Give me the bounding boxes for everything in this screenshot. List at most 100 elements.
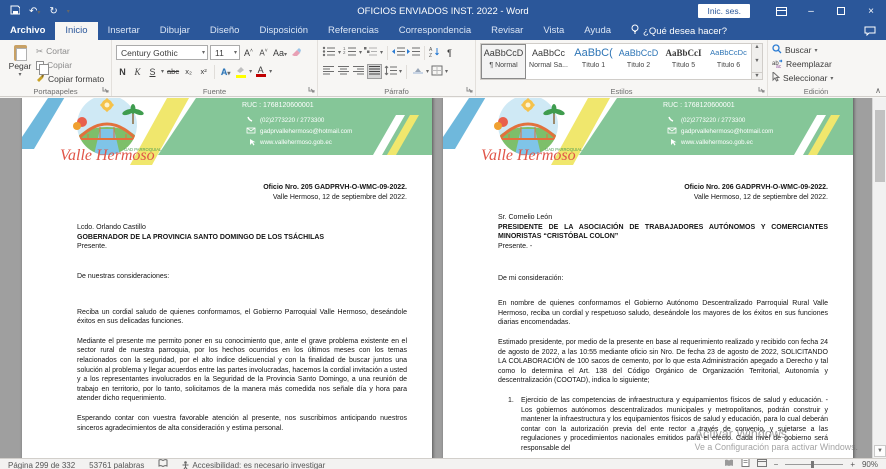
line-spacing-button[interactable]	[384, 65, 397, 78]
sign-in-button[interactable]: Inic. ses.	[698, 4, 750, 18]
bold-button[interactable]: N	[116, 67, 129, 77]
borders-button[interactable]	[431, 65, 443, 78]
proofing-status[interactable]	[158, 459, 168, 468]
oficio-number: Oficio Nro. 206 GADPRVH-O-WMC-09-2022.	[498, 183, 828, 193]
justify-button[interactable]	[367, 64, 382, 79]
scroll-down-button[interactable]: ▼	[874, 445, 886, 457]
oficio-date: Valle Hermoso, 12 de septiembre del 2022…	[498, 193, 828, 203]
decrease-indent-button[interactable]	[392, 46, 405, 59]
shading-button[interactable]	[411, 67, 424, 76]
tab-ayuda[interactable]: Ayuda	[574, 22, 621, 40]
increase-indent-button[interactable]	[407, 46, 420, 59]
minimize-button[interactable]: –	[796, 0, 826, 22]
font-color-button[interactable]: A	[254, 66, 267, 77]
styles-scroll-up-button[interactable]: ▲	[752, 44, 762, 50]
ribbon-display-options-icon[interactable]	[766, 0, 796, 22]
tab-archivo[interactable]: Archivo	[0, 22, 55, 40]
paragraph-dialog-launcher[interactable]	[466, 85, 473, 95]
zoom-percentage[interactable]: 90%	[862, 458, 878, 469]
clear-formatting-icon[interactable]	[290, 47, 303, 59]
align-right-button[interactable]	[352, 65, 365, 78]
paste-button[interactable]: Pegar ▾	[4, 43, 36, 85]
style-titulo-1[interactable]: AaBbC(Título 1	[572, 45, 615, 78]
select-button[interactable]: Seleccionar▾	[772, 71, 861, 85]
align-left-button[interactable]	[322, 65, 335, 78]
accessibility-status[interactable]: Accesibilidad: es necesario investigar	[182, 459, 325, 469]
style-titulo-6[interactable]: AaBbCcDcTítulo 6	[707, 45, 750, 78]
tab-vista[interactable]: Vista	[533, 22, 574, 40]
font-dialog-launcher[interactable]	[308, 85, 315, 95]
tab-referencias[interactable]: Referencias	[318, 22, 389, 40]
styles-scroll-down-button[interactable]: ▼	[752, 58, 762, 64]
superscript-button[interactable]: x²	[197, 67, 210, 76]
sort-button[interactable]: AZ	[429, 46, 441, 59]
close-button[interactable]: ×	[856, 0, 886, 22]
paragraph-2: Mediante el presente me permito poner en…	[77, 337, 407, 404]
tab-inicio[interactable]: Inicio	[55, 22, 97, 40]
clipboard-dialog-launcher[interactable]	[102, 85, 109, 95]
zoom-slider[interactable]	[785, 464, 843, 465]
shrink-font-button[interactable]: A˅	[257, 48, 270, 58]
qat-customize-button[interactable]: ▾	[67, 8, 70, 15]
print-layout-button[interactable]	[741, 458, 750, 469]
document-canvas: Valle Hermoso GAD PARROQUIAL Acuerdo Min…	[0, 98, 886, 458]
numbering-button[interactable]: 12	[343, 46, 357, 59]
scrollbar-thumb[interactable]	[875, 110, 885, 182]
multilevel-list-button[interactable]	[364, 46, 378, 59]
style-normal[interactable]: AaBbCcD¶ Normal	[482, 45, 525, 78]
quick-access-toolbar: ↶▾ ↻ ▾	[0, 5, 70, 18]
tab-diseno[interactable]: Diseño	[200, 22, 250, 40]
highlight-color-button[interactable]	[234, 65, 247, 78]
change-case-button[interactable]: Aa▾	[272, 48, 288, 58]
letter-body-right: Oficio Nro. 206 GADPRVH-O-WMC-09-2022. V…	[443, 170, 853, 453]
phone-line: (02)2773220 / 2773300	[681, 117, 746, 124]
grow-font-button[interactable]: A˄	[242, 48, 255, 58]
cut-button[interactable]: ✂Cortar	[36, 45, 104, 58]
acuerdo-line: Acuerdo Ministerial N° 1339	[663, 98, 750, 99]
read-mode-button[interactable]	[724, 458, 734, 469]
style-titulo-5[interactable]: AaBbCcITítulo 5	[662, 45, 705, 78]
redo-button[interactable]: ↻	[49, 6, 57, 17]
strikethrough-button[interactable]: abc	[166, 67, 180, 76]
bullets-button[interactable]	[322, 46, 336, 59]
tab-revisar[interactable]: Revisar	[481, 22, 533, 40]
web-layout-button[interactable]	[757, 458, 767, 469]
zoom-slider-handle[interactable]	[811, 461, 814, 468]
font-name-combobox[interactable]: Century Gothic▾	[116, 45, 208, 60]
page-count[interactable]: Página 299 de 332	[8, 459, 75, 469]
font-size-combobox[interactable]: 11▾	[210, 45, 240, 60]
italic-button[interactable]: K	[131, 67, 144, 77]
collapse-ribbon-button[interactable]: ∧	[875, 86, 881, 95]
style-normal-sa[interactable]: AaBbCcNormal Sa...	[527, 45, 570, 78]
tab-correspondencia[interactable]: Correspondencia	[389, 22, 481, 40]
copy-button[interactable]: Copiar	[36, 59, 104, 72]
undo-button[interactable]: ↶▾	[29, 6, 40, 17]
style-titulo-2[interactable]: AaBbCcDTítulo 2	[617, 45, 660, 78]
tell-me-box[interactable]: ¿Qué desea hacer?	[621, 22, 737, 40]
document-page-left[interactable]: Valle Hermoso GAD PARROQUIAL Acuerdo Min…	[22, 98, 432, 458]
zoom-in-button[interactable]: +	[850, 458, 855, 469]
subscript-button[interactable]: x₂	[182, 67, 195, 76]
comment-icon[interactable]	[864, 22, 886, 40]
show-paragraph-marks-button[interactable]: ¶	[443, 48, 456, 58]
restore-button[interactable]	[826, 0, 856, 22]
word-count[interactable]: 53761 palabras	[89, 459, 144, 469]
text-effects-button[interactable]: A▾	[219, 67, 232, 77]
tab-insertar[interactable]: Insertar	[98, 22, 150, 40]
save-icon[interactable]	[10, 5, 20, 18]
underline-button[interactable]: S	[146, 67, 159, 77]
tab-disposicion[interactable]: Disposición	[249, 22, 318, 40]
styles-dialog-launcher[interactable]	[758, 85, 765, 95]
zoom-out-button[interactable]: −	[774, 458, 779, 469]
email-line: gadprvallehermoso@hotmail.com	[260, 128, 352, 135]
highlighter-icon	[236, 65, 246, 75]
replace-button[interactable]: abac Reemplazar	[772, 57, 861, 71]
find-button[interactable]: Buscar▾	[772, 43, 861, 57]
align-center-button[interactable]	[337, 65, 350, 78]
document-page-right[interactable]: Valle Hermoso GAD PARROQUIAL Acuerdo Min…	[443, 98, 853, 458]
status-bar: Página 299 de 332 53761 palabras Accesib…	[0, 458, 886, 469]
vertical-scrollbar[interactable]: ▼	[872, 98, 886, 458]
styles-more-button[interactable]: ▼	[752, 72, 762, 79]
letterhead-banner: Valle Hermoso GAD PARROQUIAL Acuerdo Min…	[22, 98, 432, 165]
tab-dibujar[interactable]: Dibujar	[150, 22, 200, 40]
